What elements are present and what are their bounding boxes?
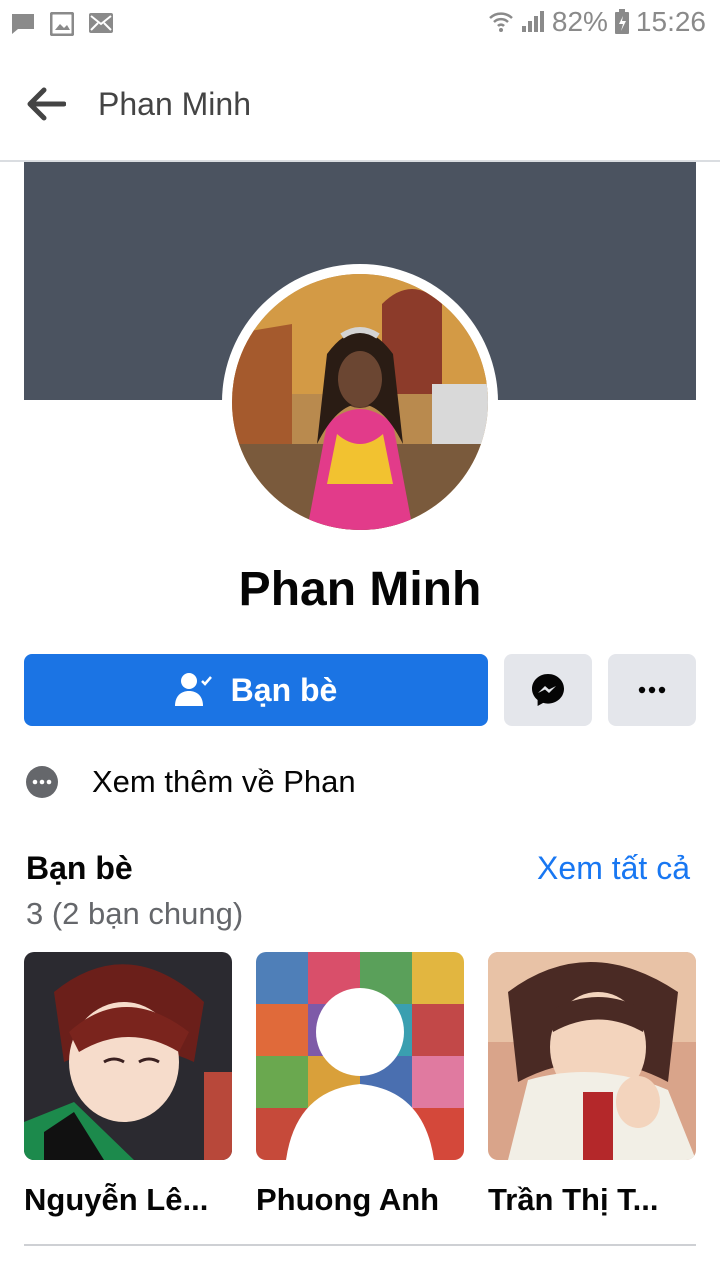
status-bar: 82% 15:26 [0,0,720,48]
profile-picture[interactable] [222,264,498,540]
back-button[interactable] [26,86,70,122]
clock: 15:26 [635,6,706,37]
signal-icon [521,11,544,32]
friend-card[interactable]: Trần Thị T... [488,952,696,1218]
see-more-about-label: Xem thêm về Phan [92,764,356,799]
messenger-button[interactable] [504,654,592,726]
friend-photo [256,952,464,1160]
messenger-icon [532,674,564,706]
friend-check-icon [174,673,212,706]
friend-card[interactable]: Nguyễn Lê... [24,952,232,1218]
friend-name: Phuong Anh [256,1182,440,1217]
battery-percent: 82% [551,6,608,37]
friend-photo [488,952,696,1160]
friends-section-title: Bạn bè [26,850,133,886]
more-horizontal-icon [638,686,666,694]
app-header: Phan Minh [0,48,720,162]
friends-button[interactable]: Bạn bè [24,654,488,726]
message-icon [12,14,34,34]
friend-card[interactable]: Phuong Anh [256,952,464,1218]
friend-name: Nguyễn Lê... [24,1182,209,1217]
mail-icon [89,13,113,33]
profile-name: Phan Minh [238,563,482,616]
avatar [232,274,488,530]
more-options-button[interactable] [608,654,696,726]
friend-photo [24,952,232,1160]
friends-count: 3 (2 bạn chung) [26,896,244,931]
arrow-left-icon [27,87,67,121]
battery-icon [614,9,629,34]
page-title: Phan Minh [98,86,251,122]
see-all-friends-link[interactable]: Xem tất cả [537,850,690,887]
divider [24,1244,696,1246]
friends-button-label: Bạn bè [230,671,338,708]
image-icon [50,12,74,36]
wifi-icon [489,12,513,32]
more-circle-icon [26,766,58,798]
see-more-about-link[interactable]: Xem thêm về Phan [26,756,626,808]
friend-name: Trần Thị T... [488,1182,659,1217]
